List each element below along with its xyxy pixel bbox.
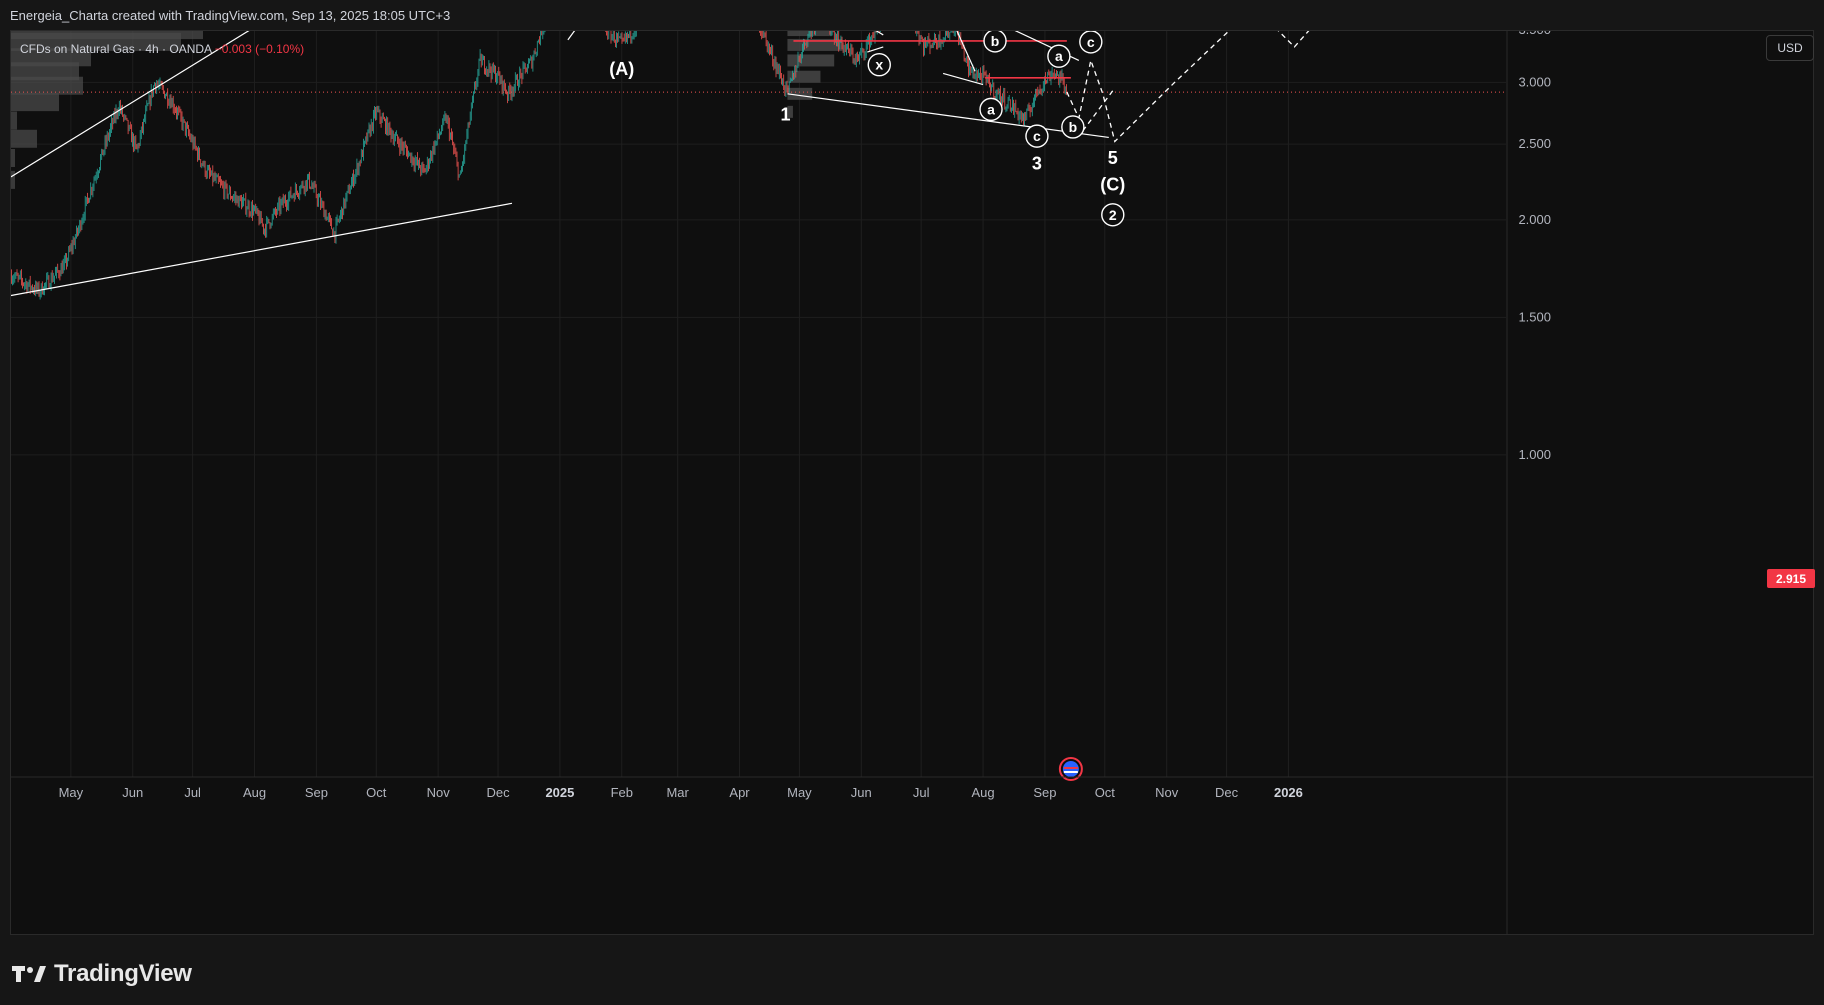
wave-label-text: c (1087, 34, 1095, 50)
tradingview-logo-icon (12, 966, 46, 982)
currency-button[interactable]: USD (1766, 35, 1814, 61)
candles (11, 31, 1067, 300)
y-tick-label: 2.500 (1518, 136, 1551, 151)
x-tick-label: Aug (971, 785, 994, 800)
wave-label-text: 5 (1108, 148, 1118, 168)
volume-profile-bar (11, 129, 37, 148)
projection-path (1066, 31, 1310, 143)
x-tick-label: Jun (851, 785, 872, 800)
wave-label-text: b (991, 33, 1000, 49)
x-tick-label: Mar (666, 785, 689, 800)
chart-pane[interactable]: (B)1(A)2ywx1bac3a4cb5(C)2 1.0001.5002.00… (10, 30, 1815, 935)
wave-label-text: a (987, 101, 995, 117)
wave-label-text: x (875, 57, 883, 73)
volume-profile-bar (11, 170, 15, 189)
chart-credit: Energeia_Charta created with TradingView… (10, 8, 451, 23)
x-tick-label: Oct (366, 785, 387, 800)
x-tick-label: May (787, 785, 812, 800)
bottom-bar (0, 935, 1824, 1005)
instrument-label: CFDs on Natural Gas · 4h · OANDA (20, 42, 212, 56)
volume-profile-bar (11, 111, 17, 130)
volume-profile-bar (11, 149, 15, 168)
y-tick-label: 2.000 (1518, 212, 1551, 227)
x-tick-label: Jun (122, 785, 143, 800)
wave-label-text: 2 (1109, 207, 1117, 223)
x-tick-label: 2025 (545, 785, 574, 800)
volume-profile-bar (787, 54, 835, 67)
y-tick-label: 1.000 (1518, 447, 1551, 462)
wave-labels: (B)1(A)2ywx1bac3a4cb5(C)2 (609, 31, 1125, 781)
wave-label-text: 1 (780, 104, 790, 124)
x-tick-label: Nov (427, 785, 451, 800)
wave-label: 3 (1032, 154, 1042, 174)
wave-label: a (1047, 44, 1071, 68)
volume-profile-bar (787, 31, 832, 37)
wave-label-text: c (1033, 128, 1041, 144)
x-tick-label: Aug (243, 785, 266, 800)
x-tick-label: Jul (913, 785, 930, 800)
y-tick-label: 1.500 (1518, 309, 1551, 324)
x-tick-label: Sep (1033, 785, 1056, 800)
wave-label: 2 (1101, 203, 1125, 227)
wave-label: b (983, 31, 1007, 53)
top-bar: Energeia_Charta created with TradingView… (0, 0, 1824, 30)
wave-label: 5 (1108, 148, 1118, 168)
wave-label: 1 (780, 104, 790, 124)
x-tick-label: Oct (1095, 785, 1116, 800)
last-price-tag: 2.915 (1767, 569, 1815, 588)
x-tick-label: Dec (486, 785, 510, 800)
wave-label: c (1025, 124, 1049, 148)
y-tick-label: 3.000 (1518, 74, 1551, 89)
wave-label: b (1061, 115, 1085, 139)
x-tick-label: Feb (611, 785, 633, 800)
wave-label: x (867, 53, 891, 77)
axes: 1.0001.5002.0002.5003.0003.5004.0004.500… (11, 31, 1813, 934)
price-change: −0.003 (−0.10%) (214, 42, 305, 56)
grid (11, 31, 1506, 777)
symbol-legend[interactable]: CFDs on Natural Gas · 4h · OANDA −0.003 … (20, 42, 304, 56)
x-tick-label: 2026 (1274, 785, 1303, 800)
x-tick-label: Jul (184, 785, 201, 800)
wave-label-text: (A) (609, 59, 634, 79)
volume-profile-bar (11, 93, 59, 112)
annotation-lines (11, 31, 1507, 297)
wave-label: c (1079, 31, 1103, 54)
x-tick-label: Nov (1155, 785, 1179, 800)
x-tick-label: Dec (1215, 785, 1239, 800)
wave-label-text: 3 (1032, 154, 1042, 174)
wave-label: a (979, 97, 1003, 122)
tradingview-brand[interactable]: TradingView (12, 960, 192, 988)
x-tick-label: May (59, 785, 84, 800)
wave-label: (C) (1100, 174, 1125, 194)
event-marker-stripe (1063, 771, 1078, 773)
event-marker-stripe (1063, 767, 1078, 769)
x-tick-label: Apr (729, 785, 750, 800)
wave-label-text: a (1055, 48, 1063, 64)
wave-label-text: b (1069, 119, 1078, 135)
trendline (567, 31, 576, 41)
price-chart[interactable]: (B)1(A)2ywx1bac3a4cb5(C)2 1.0001.5002.00… (11, 31, 1813, 934)
x-tick-label: Sep (305, 785, 328, 800)
brand-name: TradingView (54, 960, 192, 987)
wave-label-text: (C) (1100, 174, 1125, 194)
y-tick-label: 3.500 (1518, 31, 1551, 37)
wave-label: (A) (609, 59, 634, 79)
trendline (787, 93, 1109, 139)
